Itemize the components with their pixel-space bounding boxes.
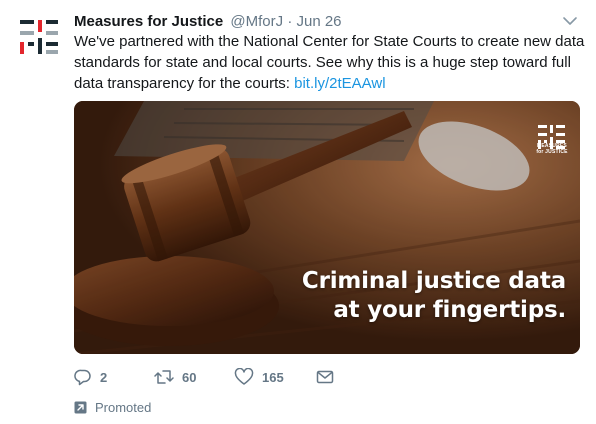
reply-count: 2 <box>100 369 108 385</box>
promoted-arrow-icon <box>74 401 87 413</box>
promoted-label: Promoted <box>95 399 152 415</box>
envelope-icon <box>316 370 334 384</box>
direct-message-button[interactable] <box>316 366 334 388</box>
retweet-button[interactable]: 60 <box>154 366 196 388</box>
media-overlay-line1: Criminal justice data <box>301 268 566 294</box>
header-separator: · <box>287 13 293 30</box>
tweet-header: Measures for Justice @MforJ · Jun 26 <box>74 12 342 32</box>
reply-button[interactable]: 2 <box>74 366 107 388</box>
retweet-icon <box>154 370 174 384</box>
retweet-count: 60 <box>182 369 197 385</box>
measures-for-justice-logo-icon <box>20 20 58 54</box>
avatar[interactable] <box>16 14 62 60</box>
author-handle[interactable]: @MforJ <box>230 13 283 30</box>
tweet-link[interactable]: bit.ly/2tEAAwl <box>294 75 385 92</box>
media-logo-text: MEASURES for JUSTICE <box>529 143 575 155</box>
promoted-indicator: Promoted <box>74 398 151 416</box>
media-logo-line2: for JUSTICE <box>536 149 568 155</box>
tweet-text: We've partnered with the National Center… <box>74 31 586 94</box>
media-overlay-text: Criminal justice data at your fingertips… <box>302 267 566 325</box>
tweet-timestamp[interactable]: Jun 26 <box>296 13 341 30</box>
author-name[interactable]: Measures for Justice <box>74 13 223 30</box>
heart-icon <box>234 368 254 385</box>
media-overlay-line2: at your fingertips. <box>333 297 566 323</box>
like-count: 165 <box>262 369 284 385</box>
tweet-card[interactable]: Measures for Justice @MforJ · Jun 26 We'… <box>0 0 596 424</box>
tweet-media-image[interactable]: MEASURES for JUSTICE Criminal justice da… <box>74 101 580 354</box>
reply-icon <box>74 369 91 386</box>
chevron-down-icon[interactable] <box>562 14 578 28</box>
like-button[interactable]: 165 <box>234 366 284 388</box>
